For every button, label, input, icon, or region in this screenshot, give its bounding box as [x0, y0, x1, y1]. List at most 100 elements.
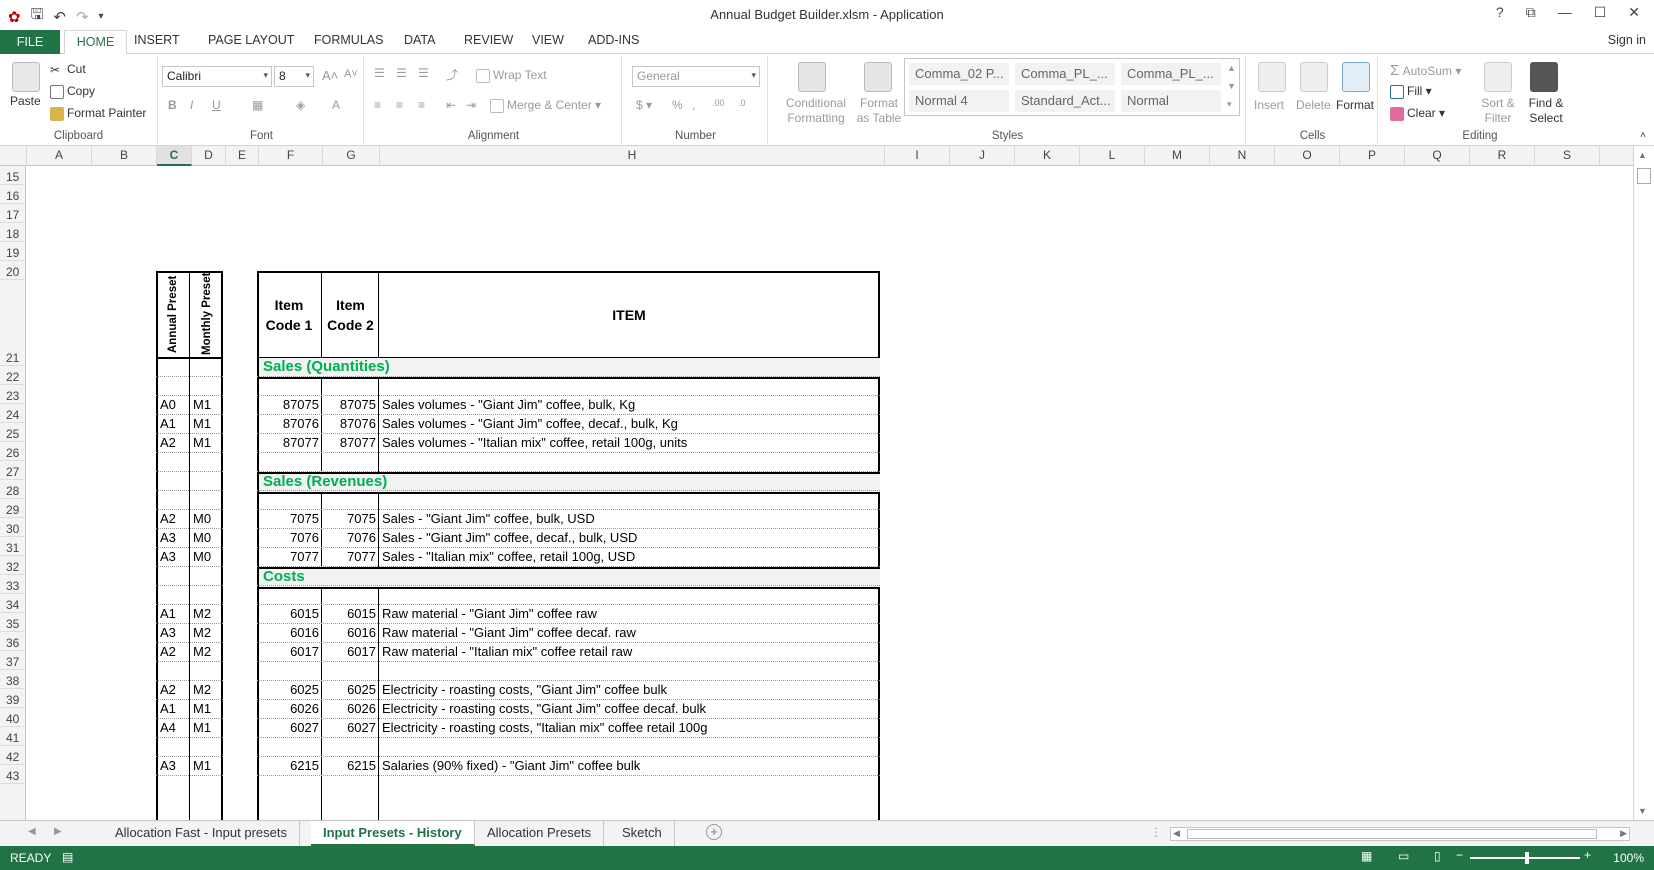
- close-button[interactable]: ✕: [1628, 4, 1640, 21]
- row-header-42[interactable]: 42: [0, 746, 25, 765]
- item-code-1-cell[interactable]: 87077: [259, 435, 319, 450]
- item-code-1-cell[interactable]: 6025: [259, 682, 319, 697]
- row-header-27[interactable]: 27: [0, 461, 25, 480]
- monthly-preset-cell[interactable]: M1: [193, 758, 211, 773]
- align-left-icon[interactable]: ≡: [374, 98, 381, 112]
- minimize-button[interactable]: —: [1558, 4, 1572, 21]
- item-code-1-cell[interactable]: 7076: [259, 530, 319, 545]
- delete-cells-button[interactable]: Delete: [1296, 98, 1331, 112]
- item-code-2-cell[interactable]: 6215: [323, 758, 376, 773]
- annual-preset-cell[interactable]: A3: [160, 758, 176, 773]
- top-align-icon[interactable]: ☰: [374, 66, 385, 80]
- column-header-n[interactable]: N: [1210, 146, 1275, 166]
- item-description-cell[interactable]: Raw material - "Giant Jim" coffee raw: [382, 606, 597, 621]
- tab-insert[interactable]: INSERT: [134, 33, 180, 47]
- style-normal-4[interactable]: Normal 4: [909, 90, 1009, 112]
- column-header-e[interactable]: E: [226, 146, 259, 166]
- row-header-28[interactable]: 28: [0, 480, 25, 499]
- annual-preset-cell[interactable]: A2: [160, 435, 176, 450]
- italic-icon[interactable]: I: [190, 98, 193, 112]
- row-header-17[interactable]: 17: [0, 204, 25, 223]
- tab-data[interactable]: DATA: [404, 33, 435, 47]
- item-description-cell[interactable]: Sales volumes - "Italian mix" coffee, re…: [382, 435, 687, 450]
- monthly-preset-cell[interactable]: M1: [193, 416, 211, 431]
- monthly-preset-cell[interactable]: M1: [193, 720, 211, 735]
- sign-in-link[interactable]: Sign in: [1608, 33, 1646, 47]
- format-painter-button[interactable]: Format Painter: [50, 106, 146, 121]
- row-header-15[interactable]: 15: [0, 166, 25, 185]
- annual-preset-cell[interactable]: A1: [160, 701, 176, 716]
- annual-preset-cell[interactable]: A2: [160, 682, 176, 697]
- maximize-button[interactable]: ☐: [1594, 4, 1607, 21]
- prev-sheet-icon[interactable]: ◀: [28, 826, 36, 837]
- item-description-cell[interactable]: Raw material - "Italian mix" coffee reta…: [382, 644, 632, 659]
- item-description-cell[interactable]: Sales - "Giant Jim" coffee, bulk, USD: [382, 511, 595, 526]
- row-header-38[interactable]: 38: [0, 670, 25, 689]
- item-code-2-cell[interactable]: 87075: [323, 397, 376, 412]
- borders-icon[interactable]: ▦: [252, 98, 263, 112]
- style-normal[interactable]: Normal: [1121, 90, 1221, 112]
- column-header-i[interactable]: I: [885, 146, 950, 166]
- macro-record-icon[interactable]: ▤: [62, 850, 73, 864]
- gallery-scroll-down-icon[interactable]: ▼: [1227, 81, 1236, 91]
- row-header-22[interactable]: 22: [0, 366, 25, 385]
- item-code-1-cell[interactable]: 6015: [259, 606, 319, 621]
- number-format-select[interactable]: General ▾: [632, 66, 760, 87]
- vertical-scroll-thumb[interactable]: [1637, 168, 1651, 184]
- row-header-41[interactable]: 41: [0, 727, 25, 746]
- column-header-k[interactable]: K: [1015, 146, 1080, 166]
- fill-button[interactable]: Fill ▾: [1390, 84, 1432, 99]
- tab-file[interactable]: FILE: [0, 30, 60, 54]
- column-header-l[interactable]: L: [1080, 146, 1145, 166]
- tab-view[interactable]: VIEW: [532, 33, 564, 47]
- item-code-2-cell[interactable]: 6025: [323, 682, 376, 697]
- column-header-p[interactable]: P: [1340, 146, 1405, 166]
- item-code-1-cell[interactable]: 6027: [259, 720, 319, 735]
- row-header-33[interactable]: 33: [0, 575, 25, 594]
- row-header-18[interactable]: 18: [0, 223, 25, 242]
- column-header-f[interactable]: F: [259, 146, 323, 166]
- next-sheet-icon[interactable]: ▶: [54, 826, 62, 837]
- column-header-m[interactable]: M: [1145, 146, 1210, 166]
- row-header-34[interactable]: 34: [0, 594, 25, 613]
- row-header-26[interactable]: 26: [0, 442, 25, 461]
- scroll-down-icon[interactable]: ▼: [1638, 806, 1647, 816]
- cut-button[interactable]: ✂ Cut: [50, 62, 86, 77]
- annual-preset-cell[interactable]: A1: [160, 606, 176, 621]
- merge-center-button[interactable]: Merge & Center ▾: [490, 98, 601, 113]
- copy-button[interactable]: Copy: [50, 84, 95, 99]
- increase-decimal-icon[interactable]: .00: [712, 98, 725, 108]
- decrease-indent-icon[interactable]: ⇤: [446, 98, 456, 112]
- tab-page-layout[interactable]: PAGE LAYOUT: [208, 33, 294, 47]
- item-code-2-cell[interactable]: 6026: [323, 701, 376, 716]
- currency-icon[interactable]: $ ▾: [636, 98, 652, 112]
- sheet-tab-allocation-fast[interactable]: Allocation Fast - Input presets: [103, 821, 300, 846]
- item-code-1-cell[interactable]: 7075: [259, 511, 319, 526]
- page-layout-view-icon[interactable]: ▭: [1398, 849, 1409, 863]
- row-header-30[interactable]: 30: [0, 518, 25, 537]
- column-header-q[interactable]: Q: [1405, 146, 1470, 166]
- item-code-2-cell[interactable]: 87077: [323, 435, 376, 450]
- sheet-tab-sketch[interactable]: Sketch: [610, 821, 675, 846]
- row-header-23[interactable]: 23: [0, 385, 25, 404]
- wrap-text-button[interactable]: Wrap Text: [476, 68, 547, 83]
- item-code-2-cell[interactable]: 7075: [323, 511, 376, 526]
- item-description-cell[interactable]: Sales - "Giant Jim" coffee, decaf., bulk…: [382, 530, 637, 545]
- item-code-2-cell[interactable]: 7077: [323, 549, 376, 564]
- underline-icon[interactable]: U: [212, 98, 221, 112]
- sort-filter-icon[interactable]: [1484, 62, 1512, 92]
- binoculars-icon[interactable]: [1530, 62, 1558, 92]
- grow-font-icon[interactable]: A˄: [322, 68, 338, 83]
- normal-view-icon[interactable]: ▦: [1361, 849, 1372, 863]
- format-cells-icon[interactable]: [1342, 62, 1370, 92]
- item-code-1-cell[interactable]: 6026: [259, 701, 319, 716]
- find-select-button[interactable]: Find & Select: [1522, 96, 1570, 126]
- annual-preset-cell[interactable]: A2: [160, 644, 176, 659]
- clear-button[interactable]: Clear ▾: [1390, 106, 1445, 121]
- item-description-cell[interactable]: Electricity - roasting costs, "Giant Jim…: [382, 682, 667, 697]
- sheet-tab-allocation-presets[interactable]: Allocation Presets: [475, 821, 605, 846]
- bottom-align-icon[interactable]: ☰: [418, 66, 429, 80]
- help-button[interactable]: ?: [1496, 4, 1504, 21]
- horizontal-scroll-thumb[interactable]: [1187, 829, 1597, 839]
- item-description-cell[interactable]: Salaries (90% fixed) - "Giant Jim" coffe…: [382, 758, 640, 773]
